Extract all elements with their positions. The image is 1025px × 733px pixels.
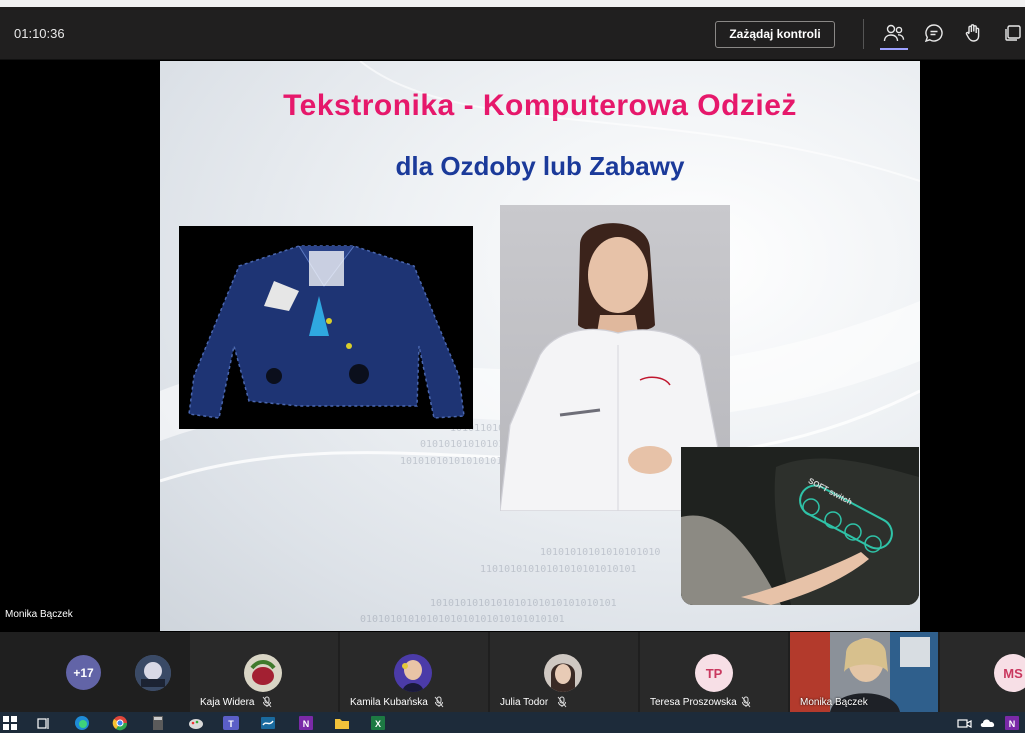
denim-jacket-photo (179, 226, 473, 429)
muted-mic-icon (741, 696, 751, 708)
participant-name: Julia Todor (500, 697, 549, 708)
avatar (394, 654, 432, 692)
meeting-toolbar: 01:10:36 Zażądaj kontroli (0, 7, 1025, 60)
meeting-timer: 01:10:36 (14, 26, 65, 41)
chat-icon[interactable] (922, 21, 946, 45)
edge-icon[interactable] (74, 715, 90, 731)
muted-mic-icon (557, 696, 567, 708)
svg-text:N: N (303, 719, 310, 729)
onedrive-icon[interactable] (980, 715, 996, 731)
calculator-icon[interactable] (150, 715, 166, 731)
teams-icon[interactable]: T (222, 714, 240, 732)
overflow-participants-badge[interactable]: +17 (66, 655, 101, 690)
participant-tile[interactable]: TP Teresa Proszowska (640, 632, 788, 712)
soft-switch-sleeve-photo: SOFT switch (681, 447, 919, 605)
slide-binary-decoration: 10101010101010101010 (540, 547, 661, 558)
shared-screen-stage: 10101101010101010101 0101010101010101010… (0, 61, 1025, 632)
muted-mic-icon (434, 696, 444, 708)
initials-avatar: MS (994, 654, 1025, 692)
excel-icon[interactable]: X (370, 715, 386, 731)
participant-tile[interactable]: Julia Todor (490, 632, 638, 712)
participant-name: Kamila Kubańska (350, 697, 428, 708)
onenote-tray-icon[interactable]: N (1004, 715, 1020, 731)
sway-icon[interactable] (260, 715, 276, 731)
presentation-slide: 10101101010101010101 0101010101010101010… (160, 61, 920, 631)
initials-avatar: TP (695, 654, 733, 692)
raise-hand-icon[interactable] (961, 21, 985, 45)
participant-gallery-strip: +17 Kaja Widera Kamila Kubańska Julia To… (0, 632, 1025, 712)
avatar (544, 654, 582, 692)
windows-taskbar: T N X N (0, 712, 1025, 733)
toolbar-divider (863, 19, 864, 49)
avatar (135, 655, 171, 691)
slide-title: Tekstronika - Komputerowa Odzież (283, 89, 797, 122)
task-view-icon[interactable] (36, 715, 52, 731)
slide-binary-decoration: 1010101010101010101010101010101 (430, 598, 617, 609)
more-actions-icon[interactable] (1001, 21, 1025, 45)
slide-binary-decoration: 11010101010101010101010101 (480, 564, 637, 575)
participants-icon[interactable] (882, 21, 906, 45)
svg-text:X: X (375, 719, 381, 729)
active-speaker-name: Monika Bączek (5, 609, 73, 620)
participant-name: Kaja Widera (200, 697, 255, 708)
participant-tile[interactable]: MS (940, 632, 1025, 712)
window-top-strip (0, 0, 1025, 7)
muted-mic-icon (262, 696, 272, 708)
participant-video-tile[interactable]: Monika Bączek (790, 632, 938, 712)
participant-tile[interactable]: Kamila Kubańska (340, 632, 488, 712)
chrome-icon[interactable] (112, 715, 128, 731)
svg-text:N: N (1009, 719, 1016, 729)
avatar (244, 654, 282, 692)
svg-text:T: T (228, 719, 234, 729)
slide-subtitle: dla Ozdoby lub Zabawy (395, 151, 685, 181)
onenote-icon[interactable]: N (298, 715, 314, 731)
file-explorer-icon[interactable] (334, 715, 350, 731)
slide-binary-decoration: 0101010101010101010101010101010101 (360, 614, 565, 625)
participant-name: Teresa Proszowska (650, 697, 737, 708)
meet-now-icon[interactable] (956, 715, 972, 731)
windows-start-icon[interactable] (2, 715, 18, 731)
request-control-button[interactable]: Zażądaj kontroli (715, 21, 835, 48)
participants-active-indicator (880, 48, 908, 50)
paint-icon[interactable] (188, 715, 204, 731)
participant-tile[interactable]: Kaja Widera (190, 632, 338, 712)
participant-name: Monika Bączek (800, 697, 868, 708)
